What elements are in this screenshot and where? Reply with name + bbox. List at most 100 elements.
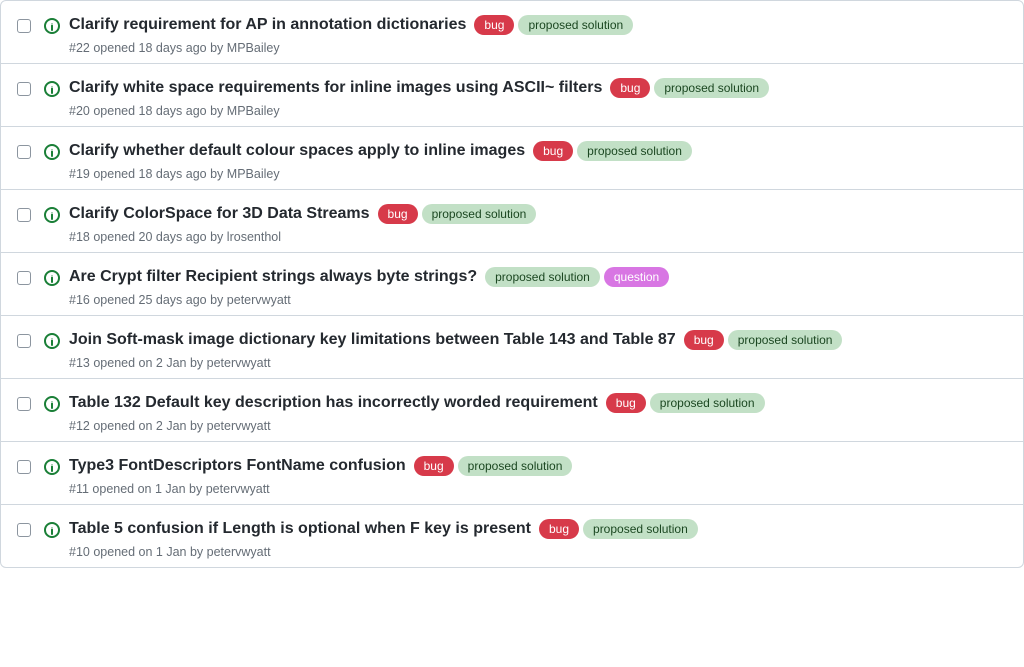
issue-meta: #13 opened on 2 Jan by petervwyatt <box>69 356 1007 370</box>
issue-meta: #12 opened on 2 Jan by petervwyatt <box>69 419 1007 433</box>
issue-open-icon <box>43 269 61 287</box>
issue-open-icon <box>43 206 61 224</box>
label-question[interactable]: question <box>604 267 669 287</box>
issue-author-link[interactable]: MPBailey <box>227 167 280 181</box>
issue-opened-text: opened 18 days ago by <box>93 41 223 55</box>
checkbox-column <box>17 135 43 162</box>
issue-meta: #18 opened 20 days ago by lrosenthol <box>69 230 1007 244</box>
issue-open-icon <box>43 458 61 476</box>
issue-row: Are Crypt filter Recipient strings alway… <box>1 252 1023 315</box>
issue-number: #16 <box>69 293 90 307</box>
label-bug[interactable]: bug <box>539 519 579 539</box>
issue-number: #19 <box>69 167 90 181</box>
issue-row: Join Soft-mask image dictionary key limi… <box>1 315 1023 378</box>
checkbox-column <box>17 72 43 99</box>
issue-meta: #20 opened 18 days ago by MPBailey <box>69 104 1007 118</box>
checkbox-column <box>17 513 43 540</box>
issue-meta: #22 opened 18 days ago by MPBailey <box>69 41 1007 55</box>
issue-open-icon <box>43 80 61 98</box>
title-line: Are Crypt filter Recipient strings alway… <box>69 265 1007 289</box>
label-bug[interactable]: bug <box>378 204 418 224</box>
title-line: Type3 FontDescriptors FontName confusion… <box>69 454 1007 478</box>
label-proposed-solution[interactable]: proposed solution <box>422 204 537 224</box>
issue-opened-text: opened 25 days ago by <box>93 293 223 307</box>
checkbox-column <box>17 198 43 225</box>
label-proposed-solution[interactable]: proposed solution <box>728 330 843 350</box>
status-icon-column <box>43 513 69 542</box>
issue-author-link[interactable]: MPBailey <box>227 104 280 118</box>
issue-content: Clarify whether default colour spaces ap… <box>69 135 1007 181</box>
issue-content: Table 5 confusion if Length is optional … <box>69 513 1007 559</box>
issue-row: Table 5 confusion if Length is optional … <box>1 504 1023 567</box>
issue-author-link[interactable]: lrosenthol <box>227 230 281 244</box>
label-proposed-solution[interactable]: proposed solution <box>654 78 769 98</box>
issue-title-link[interactable]: Clarify white space requirements for inl… <box>69 76 602 100</box>
issue-opened-text: opened 20 days ago by <box>93 230 223 244</box>
select-issue-checkbox[interactable] <box>17 82 31 96</box>
issue-title-link[interactable]: Clarify ColorSpace for 3D Data Streams <box>69 202 370 226</box>
select-issue-checkbox[interactable] <box>17 19 31 33</box>
label-proposed-solution[interactable]: proposed solution <box>458 456 573 476</box>
select-issue-checkbox[interactable] <box>17 145 31 159</box>
label-proposed-solution[interactable]: proposed solution <box>577 141 692 161</box>
title-line: Table 5 confusion if Length is optional … <box>69 517 1007 541</box>
issue-open-icon <box>43 17 61 35</box>
issue-content: Type3 FontDescriptors FontName confusion… <box>69 450 1007 496</box>
issue-content: Clarify ColorSpace for 3D Data Streams bu… <box>69 198 1007 244</box>
label-bug[interactable]: bug <box>414 456 454 476</box>
status-icon-column <box>43 135 69 164</box>
status-icon-column <box>43 261 69 290</box>
issue-opened-text: opened 18 days ago by <box>93 167 223 181</box>
issue-title-link[interactable]: Clarify whether default colour spaces ap… <box>69 139 525 163</box>
title-line: Clarify whether default colour spaces ap… <box>69 139 1007 163</box>
issue-content: Clarify white space requirements for inl… <box>69 72 1007 118</box>
select-issue-checkbox[interactable] <box>17 271 31 285</box>
issue-meta: #11 opened on 1 Jan by petervwyatt <box>69 482 1007 496</box>
label-bug[interactable]: bug <box>606 393 646 413</box>
select-issue-checkbox[interactable] <box>17 460 31 474</box>
checkbox-column <box>17 324 43 351</box>
issue-content: Clarify requirement for AP in annotation… <box>69 9 1007 55</box>
issue-title-link[interactable]: Table 5 confusion if Length is optional … <box>69 517 531 541</box>
issue-author-link[interactable]: petervwyatt <box>207 545 271 559</box>
issue-row: Type3 FontDescriptors FontName confusion… <box>1 441 1023 504</box>
select-issue-checkbox[interactable] <box>17 208 31 222</box>
issue-number: #10 <box>69 545 90 559</box>
issue-opened-text: opened on 1 Jan by <box>93 545 203 559</box>
title-line: Table 132 Default key description has in… <box>69 391 1007 415</box>
issue-title-link[interactable]: Are Crypt filter Recipient strings alway… <box>69 265 477 289</box>
label-proposed-solution[interactable]: proposed solution <box>583 519 698 539</box>
select-issue-checkbox[interactable] <box>17 334 31 348</box>
status-icon-column <box>43 72 69 101</box>
issue-meta: #19 opened 18 days ago by MPBailey <box>69 167 1007 181</box>
label-bug[interactable]: bug <box>610 78 650 98</box>
label-proposed-solution[interactable]: proposed solution <box>485 267 600 287</box>
issue-author-link[interactable]: MPBailey <box>227 41 280 55</box>
issue-meta: #10 opened on 1 Jan by petervwyatt <box>69 545 1007 559</box>
issue-opened-text: opened on 1 Jan by <box>92 482 202 496</box>
issue-open-icon <box>43 143 61 161</box>
label-bug[interactable]: bug <box>533 141 573 161</box>
issue-title-link[interactable]: Table 132 Default key description has in… <box>69 391 598 415</box>
label-bug[interactable]: bug <box>684 330 724 350</box>
status-icon-column <box>43 9 69 38</box>
title-line: Join Soft-mask image dictionary key limi… <box>69 328 1007 352</box>
select-issue-checkbox[interactable] <box>17 523 31 537</box>
status-icon-column <box>43 324 69 353</box>
issue-author-link[interactable]: petervwyatt <box>206 482 270 496</box>
label-proposed-solution[interactable]: proposed solution <box>518 15 633 35</box>
issue-row: Clarify requirement for AP in annotation… <box>1 1 1023 63</box>
label-proposed-solution[interactable]: proposed solution <box>650 393 765 413</box>
issue-author-link[interactable]: petervwyatt <box>207 419 271 433</box>
issue-title-link[interactable]: Join Soft-mask image dictionary key limi… <box>69 328 676 352</box>
title-line: Clarify white space requirements for inl… <box>69 76 1007 100</box>
title-line: Clarify ColorSpace for 3D Data Streams bu… <box>69 202 1007 226</box>
checkbox-column <box>17 261 43 288</box>
issue-title-link[interactable]: Type3 FontDescriptors FontName confusion <box>69 454 406 478</box>
select-issue-checkbox[interactable] <box>17 397 31 411</box>
issue-title-link[interactable]: Clarify requirement for AP in annotation… <box>69 13 466 37</box>
issue-author-link[interactable]: petervwyatt <box>207 356 271 370</box>
status-icon-column <box>43 198 69 227</box>
issue-author-link[interactable]: petervwyatt <box>227 293 291 307</box>
label-bug[interactable]: bug <box>474 15 514 35</box>
